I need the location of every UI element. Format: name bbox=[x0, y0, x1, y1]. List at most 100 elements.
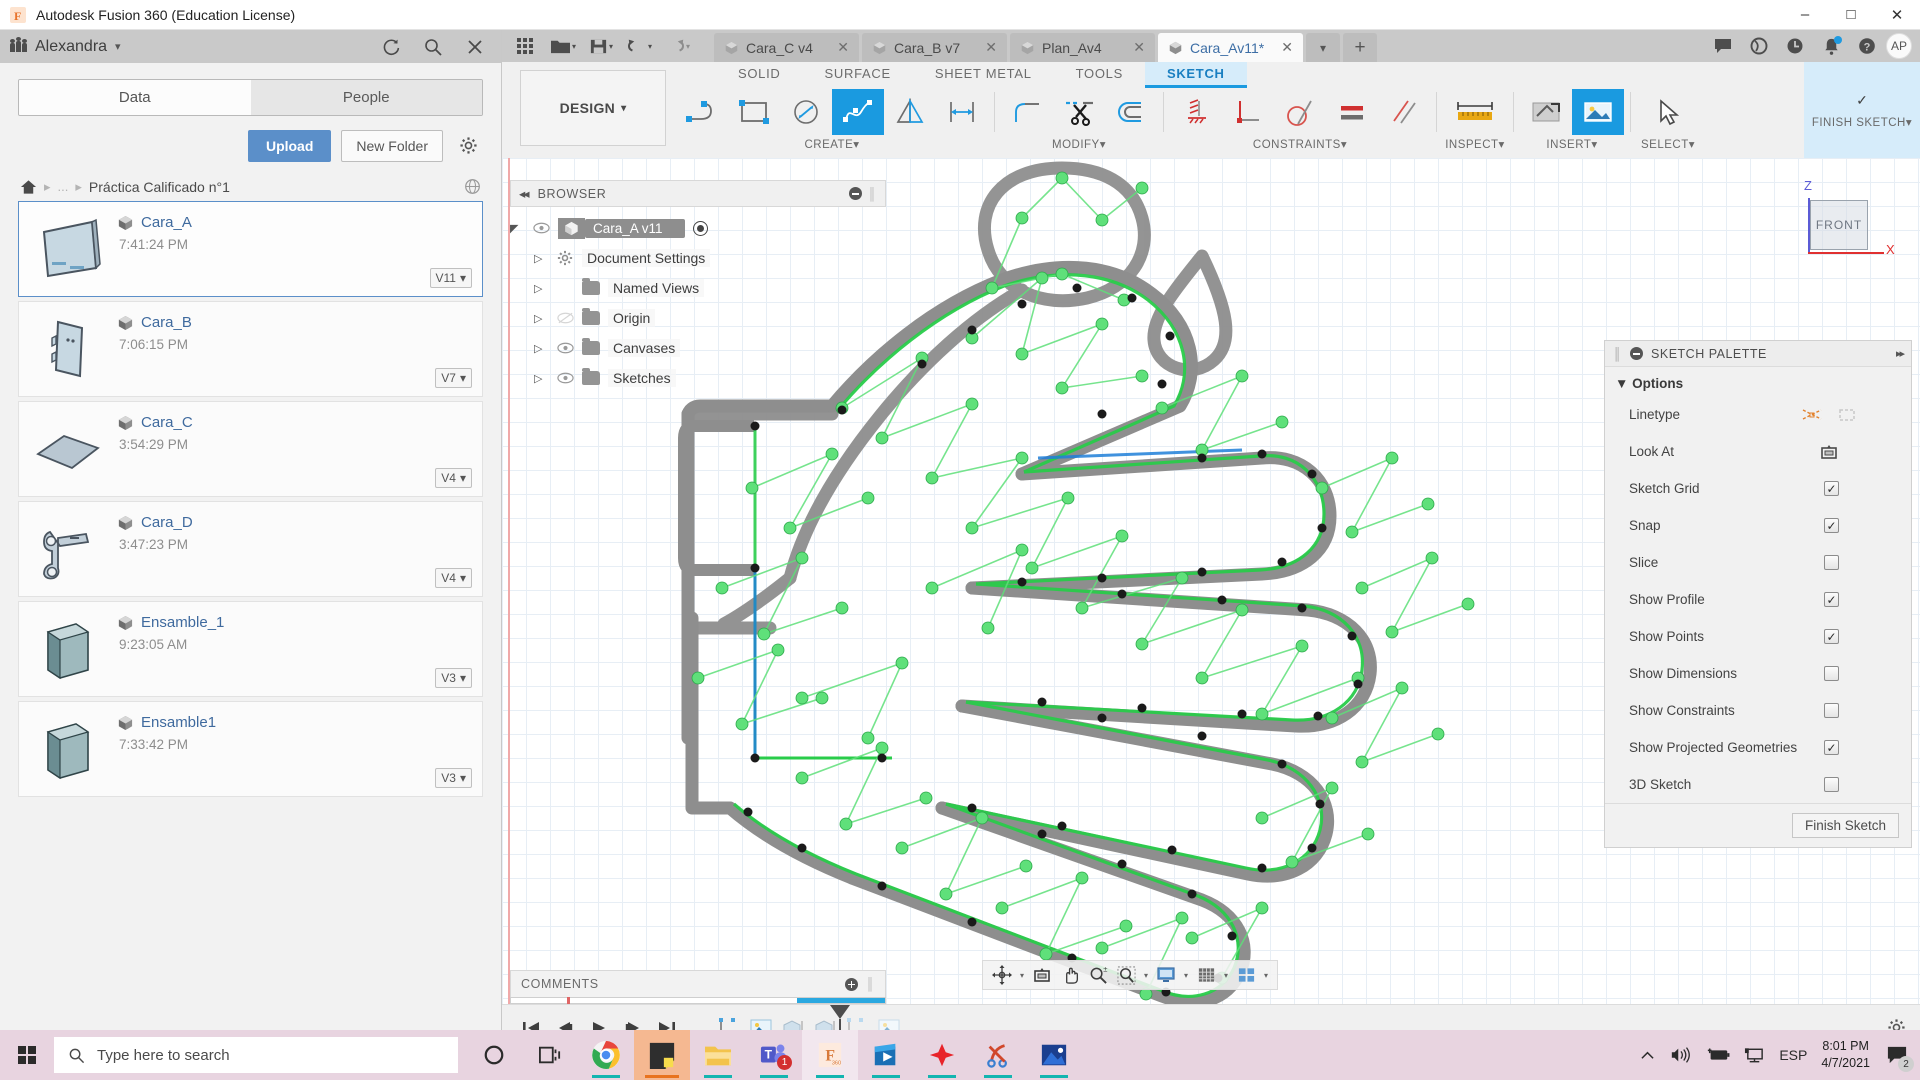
file-name[interactable]: Cara_D bbox=[141, 514, 193, 531]
show-points-checkbox[interactable]: ✓ bbox=[1824, 629, 1839, 644]
list-item[interactable]: Cara_C 3:54:29 PM V4▾ bbox=[18, 401, 483, 497]
design-canvas[interactable]: ◂◂ BROWSER ║ ◤ bbox=[502, 158, 1920, 1050]
equal-icon[interactable] bbox=[1326, 89, 1378, 135]
zoom-window-icon[interactable] bbox=[1113, 962, 1139, 988]
version-badge[interactable]: V4▾ bbox=[435, 468, 472, 488]
expand-triangle-icon[interactable]: ▷ bbox=[534, 372, 548, 385]
globe-icon[interactable] bbox=[464, 178, 481, 195]
eye-icon[interactable] bbox=[556, 342, 574, 354]
select-arrow-icon[interactable] bbox=[1637, 89, 1699, 135]
new-folder-button[interactable]: New Folder bbox=[341, 130, 443, 162]
palette-row-show-points[interactable]: Show Points ✓ bbox=[1605, 618, 1911, 655]
browser-item-origin[interactable]: ▷ Origin bbox=[510, 303, 886, 333]
measure-icon[interactable] bbox=[1443, 89, 1507, 135]
cortana-icon[interactable] bbox=[466, 1030, 522, 1080]
line-icon[interactable] bbox=[676, 89, 728, 135]
finish-sketch-group[interactable]: ✓ FINISH SKETCH▾ bbox=[1804, 62, 1920, 158]
close-button[interactable]: ✕ bbox=[1874, 0, 1920, 30]
expand-triangle-icon[interactable]: ▷ bbox=[534, 342, 548, 355]
orbit-icon[interactable] bbox=[989, 962, 1015, 988]
file-explorer-icon[interactable] bbox=[690, 1030, 746, 1080]
action-center-icon[interactable]: 2 bbox=[1884, 1042, 1910, 1068]
document-tab[interactable]: Plan_Av4 ✕ bbox=[1010, 33, 1155, 62]
grid-icon[interactable] bbox=[508, 32, 542, 60]
notification-icon[interactable] bbox=[1814, 32, 1848, 60]
tab-people[interactable]: People bbox=[251, 80, 483, 115]
expand-triangle-icon[interactable]: ▷ bbox=[534, 282, 548, 295]
version-badge[interactable]: V3▾ bbox=[435, 768, 472, 788]
browser-item-named-views[interactable]: ▷ Named Views bbox=[510, 273, 886, 303]
refresh-icon[interactable] bbox=[381, 37, 401, 57]
trim-icon[interactable] bbox=[1053, 89, 1105, 135]
sketch-grid-checkbox[interactable]: ✓ bbox=[1824, 481, 1839, 496]
finish-sketch-button[interactable]: Finish Sketch bbox=[1792, 813, 1899, 838]
snipping-tool-icon[interactable] bbox=[970, 1030, 1026, 1080]
browser-item-canvases[interactable]: ▷ Canvases bbox=[510, 333, 886, 363]
ribbon-group-label-create[interactable]: CREATE▾ bbox=[804, 137, 859, 151]
ribbon-group-label-select[interactable]: SELECT▾ bbox=[1641, 137, 1695, 151]
home-icon[interactable] bbox=[20, 179, 37, 195]
windows-start-icon[interactable] bbox=[0, 1030, 54, 1080]
file-name[interactable]: Ensamble_1 bbox=[141, 614, 224, 631]
look-at-icon[interactable] bbox=[1819, 443, 1839, 461]
network-icon[interactable] bbox=[1744, 1046, 1765, 1064]
new-tab-button[interactable]: + bbox=[1343, 33, 1377, 62]
ribbon-group-label-modify[interactable]: MODIFY▾ bbox=[1052, 137, 1106, 151]
minimize-dot-icon[interactable] bbox=[1630, 347, 1643, 360]
fix-unfix-icon[interactable] bbox=[1170, 89, 1222, 135]
timeline-marker[interactable] bbox=[830, 1005, 850, 1019]
comments-panel[interactable]: COMMENTS ║ bbox=[510, 970, 886, 998]
expand-triangle-icon[interactable]: ▷ bbox=[534, 312, 548, 325]
eye-hidden-icon[interactable] bbox=[556, 312, 574, 324]
task-view-icon[interactable] bbox=[522, 1030, 578, 1080]
browser-root-node[interactable]: ◤ Cara_A v11 bbox=[510, 213, 886, 243]
viewports-icon[interactable] bbox=[1233, 962, 1259, 988]
chevron-left-icon[interactable]: ◂◂ bbox=[519, 186, 528, 201]
list-item[interactable]: Ensamble_1 9:23:05 AM V3▾ bbox=[18, 601, 483, 697]
taskbar-clock[interactable]: 8:01 PM 4/7/2021 bbox=[1821, 1038, 1870, 1072]
ribbon-tab-sheet-metal[interactable]: SHEET METAL bbox=[913, 62, 1054, 88]
grid-snaps-icon[interactable] bbox=[1193, 962, 1219, 988]
tangent-icon[interactable] bbox=[1274, 89, 1326, 135]
zoom-icon[interactable]: ± bbox=[1085, 962, 1111, 988]
undo-icon[interactable]: ▾ bbox=[622, 32, 656, 60]
drag-grip-icon[interactable]: ║ bbox=[1613, 347, 1622, 361]
palette-row-show-constraints[interactable]: Show Constraints bbox=[1605, 692, 1911, 729]
perpendicular-icon[interactable] bbox=[1222, 89, 1274, 135]
fusion-360-icon[interactable]: F360 bbox=[802, 1030, 858, 1080]
ribbon-tab-solid[interactable]: SOLID bbox=[716, 62, 803, 88]
close-icon[interactable]: ✕ bbox=[1281, 39, 1293, 56]
close-icon[interactable]: ✕ bbox=[1133, 39, 1145, 56]
close-data-panel-icon[interactable] bbox=[465, 37, 485, 57]
double-chevron-right-icon[interactable]: ▸▸ bbox=[1896, 347, 1903, 360]
show-dimensions-checkbox[interactable] bbox=[1824, 666, 1839, 681]
ribbon-group-label-inspect[interactable]: INSPECT▾ bbox=[1445, 137, 1505, 151]
palette-row-sketch-grid[interactable]: Sketch Grid ✓ bbox=[1605, 470, 1911, 507]
view-cube-front-face[interactable]: FRONT bbox=[1810, 200, 1868, 250]
movies-tv-icon[interactable] bbox=[858, 1030, 914, 1080]
microsoft-teams-icon[interactable]: T 1 bbox=[746, 1030, 802, 1080]
file-name[interactable]: Ensamble1 bbox=[141, 714, 216, 731]
spline-icon[interactable] bbox=[832, 89, 884, 135]
centerline-icon[interactable] bbox=[1837, 406, 1857, 424]
circle-icon[interactable] bbox=[780, 89, 832, 135]
workspace-selector[interactable]: DESIGN ▾ bbox=[520, 70, 666, 146]
help-icon[interactable]: ? bbox=[1850, 32, 1884, 60]
taskbar-search-box[interactable]: Type here to search bbox=[54, 1037, 458, 1073]
language-indicator[interactable]: ESP bbox=[1779, 1047, 1807, 1063]
breadcrumb-current-folder[interactable]: Práctica Calificado n°1 bbox=[89, 179, 230, 195]
breadcrumb-ellipsis[interactable]: ... bbox=[58, 179, 69, 194]
file-name[interactable]: Cara_B bbox=[141, 314, 192, 331]
document-tab[interactable]: Cara_B v7 ✕ bbox=[862, 33, 1007, 62]
search-icon[interactable] bbox=[423, 37, 443, 57]
ribbon-group-label-insert[interactable]: INSERT▾ bbox=[1546, 137, 1597, 151]
palette-row-show-profile[interactable]: Show Profile ✓ bbox=[1605, 581, 1911, 618]
redo-icon[interactable]: ▾ bbox=[660, 32, 694, 60]
fillet-icon[interactable] bbox=[1001, 89, 1053, 135]
expand-triangle-icon[interactable]: ◤ bbox=[510, 222, 524, 235]
job-status-icon[interactable] bbox=[1742, 32, 1776, 60]
show-constraints-checkbox[interactable] bbox=[1824, 703, 1839, 718]
save-icon[interactable]: ▾ bbox=[584, 32, 618, 60]
recent-icon[interactable] bbox=[1778, 32, 1812, 60]
document-tab-active[interactable]: Cara_Av11* ✕ bbox=[1158, 33, 1303, 62]
